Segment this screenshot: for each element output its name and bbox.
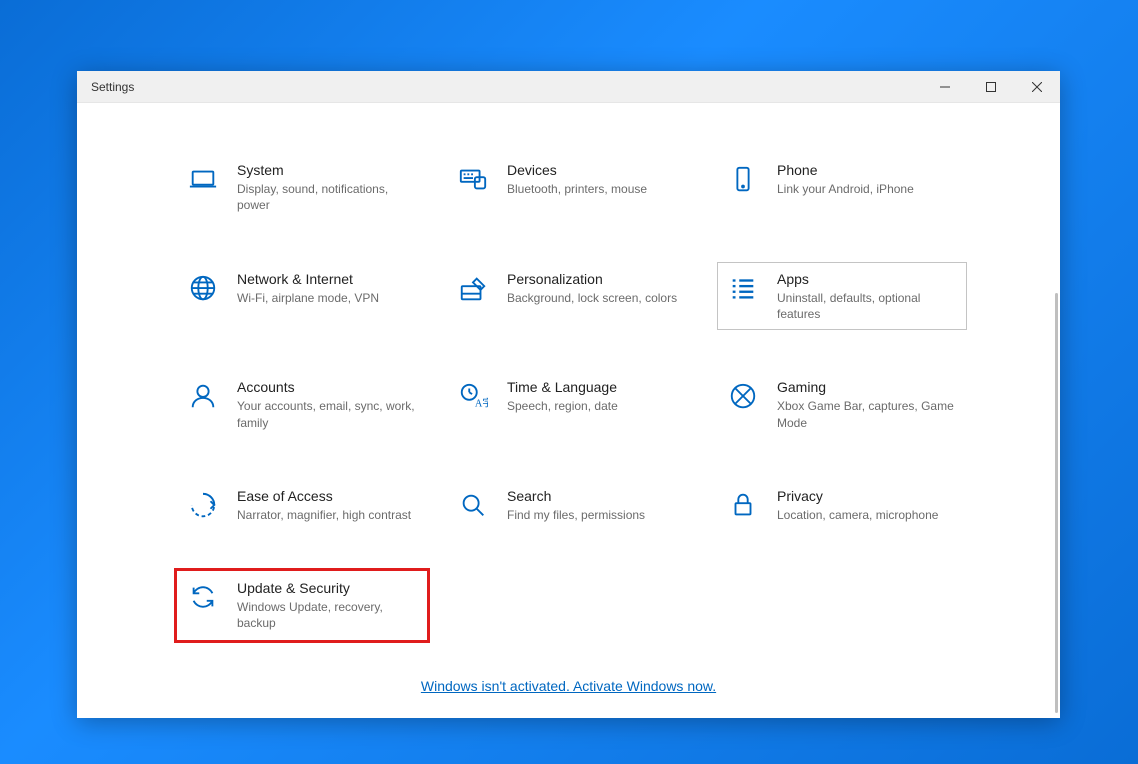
tile-title: Personalization — [507, 270, 677, 288]
minimize-button[interactable] — [922, 71, 968, 102]
tile-personalization[interactable]: Personalization Background, lock screen,… — [447, 262, 697, 331]
tile-phone[interactable]: Phone Link your Android, iPhone — [717, 153, 967, 222]
tile-desc: Narrator, magnifier, high contrast — [237, 507, 411, 523]
tile-desc: Bluetooth, printers, mouse — [507, 181, 647, 197]
globe-icon — [187, 272, 219, 304]
keyboard-icon — [457, 163, 489, 195]
tile-title: Devices — [507, 161, 647, 179]
tile-title: Privacy — [777, 487, 938, 505]
tile-gaming[interactable]: Gaming Xbox Game Bar, captures, Game Mod… — [717, 370, 967, 439]
tile-update-security[interactable]: Update & Security Windows Update, recove… — [177, 571, 427, 640]
tile-network[interactable]: Network & Internet Wi-Fi, airplane mode,… — [177, 262, 427, 331]
pen-icon — [457, 272, 489, 304]
tile-desc: Background, lock screen, colors — [507, 290, 677, 306]
tile-time-language[interactable]: A字 Time & Language Speech, region, date — [447, 370, 697, 439]
tile-title: Apps — [777, 270, 957, 288]
tile-desc: Location, camera, microphone — [777, 507, 938, 523]
tile-desc: Windows Update, recovery, backup — [237, 599, 417, 631]
tile-title: Ease of Access — [237, 487, 411, 505]
tile-desc: Find my files, permissions — [507, 507, 645, 523]
tile-desc: Display, sound, notifications, power — [237, 181, 417, 213]
close-icon — [1032, 82, 1042, 92]
maximize-icon — [986, 82, 996, 92]
settings-grid: System Display, sound, notifications, po… — [177, 153, 970, 640]
search-icon — [457, 489, 489, 521]
list-icon — [727, 272, 759, 304]
settings-window: Settings System Display, sound, not — [77, 71, 1060, 718]
activation-bar: Windows isn't activated. Activate Window… — [77, 678, 1060, 694]
tile-system[interactable]: System Display, sound, notifications, po… — [177, 153, 427, 222]
tile-desc: Link your Android, iPhone — [777, 181, 914, 197]
minimize-icon — [940, 82, 950, 92]
tile-privacy[interactable]: Privacy Location, camera, microphone — [717, 479, 967, 531]
laptop-icon — [187, 163, 219, 195]
tile-desc: Wi-Fi, airplane mode, VPN — [237, 290, 379, 306]
close-button[interactable] — [1014, 71, 1060, 102]
xbox-icon — [727, 380, 759, 412]
tile-search[interactable]: Search Find my files, permissions — [447, 479, 697, 531]
window-title: Settings — [91, 80, 134, 94]
person-icon — [187, 380, 219, 412]
time-lang-icon: A字 — [457, 380, 489, 412]
tile-desc: Your accounts, email, sync, work, family — [237, 398, 417, 430]
ease-icon — [187, 489, 219, 521]
maximize-button[interactable] — [968, 71, 1014, 102]
tile-desc: Uninstall, defaults, optional features — [777, 290, 957, 322]
titlebar: Settings — [77, 71, 1060, 103]
tile-ease-of-access[interactable]: Ease of Access Narrator, magnifier, high… — [177, 479, 427, 531]
tile-title: Update & Security — [237, 579, 417, 597]
lock-icon — [727, 489, 759, 521]
tile-desc: Speech, region, date — [507, 398, 618, 414]
activate-windows-link[interactable]: Windows isn't activated. Activate Window… — [421, 678, 716, 694]
tile-apps[interactable]: Apps Uninstall, defaults, optional featu… — [717, 262, 967, 331]
tile-devices[interactable]: Devices Bluetooth, printers, mouse — [447, 153, 697, 222]
tile-title: Time & Language — [507, 378, 618, 396]
tile-title: Accounts — [237, 378, 417, 396]
tile-title: Search — [507, 487, 645, 505]
tile-desc: Xbox Game Bar, captures, Game Mode — [777, 398, 957, 430]
phone-icon — [727, 163, 759, 195]
window-buttons — [922, 71, 1060, 102]
tile-title: Gaming — [777, 378, 957, 396]
tile-title: Phone — [777, 161, 914, 179]
update-icon — [187, 581, 219, 613]
tile-accounts[interactable]: Accounts Your accounts, email, sync, wor… — [177, 370, 427, 439]
tile-title: Network & Internet — [237, 270, 379, 288]
svg-text:A字: A字 — [475, 396, 488, 409]
content-area: System Display, sound, notifications, po… — [77, 103, 1060, 718]
scrollbar[interactable] — [1055, 293, 1058, 713]
tile-title: System — [237, 161, 417, 179]
